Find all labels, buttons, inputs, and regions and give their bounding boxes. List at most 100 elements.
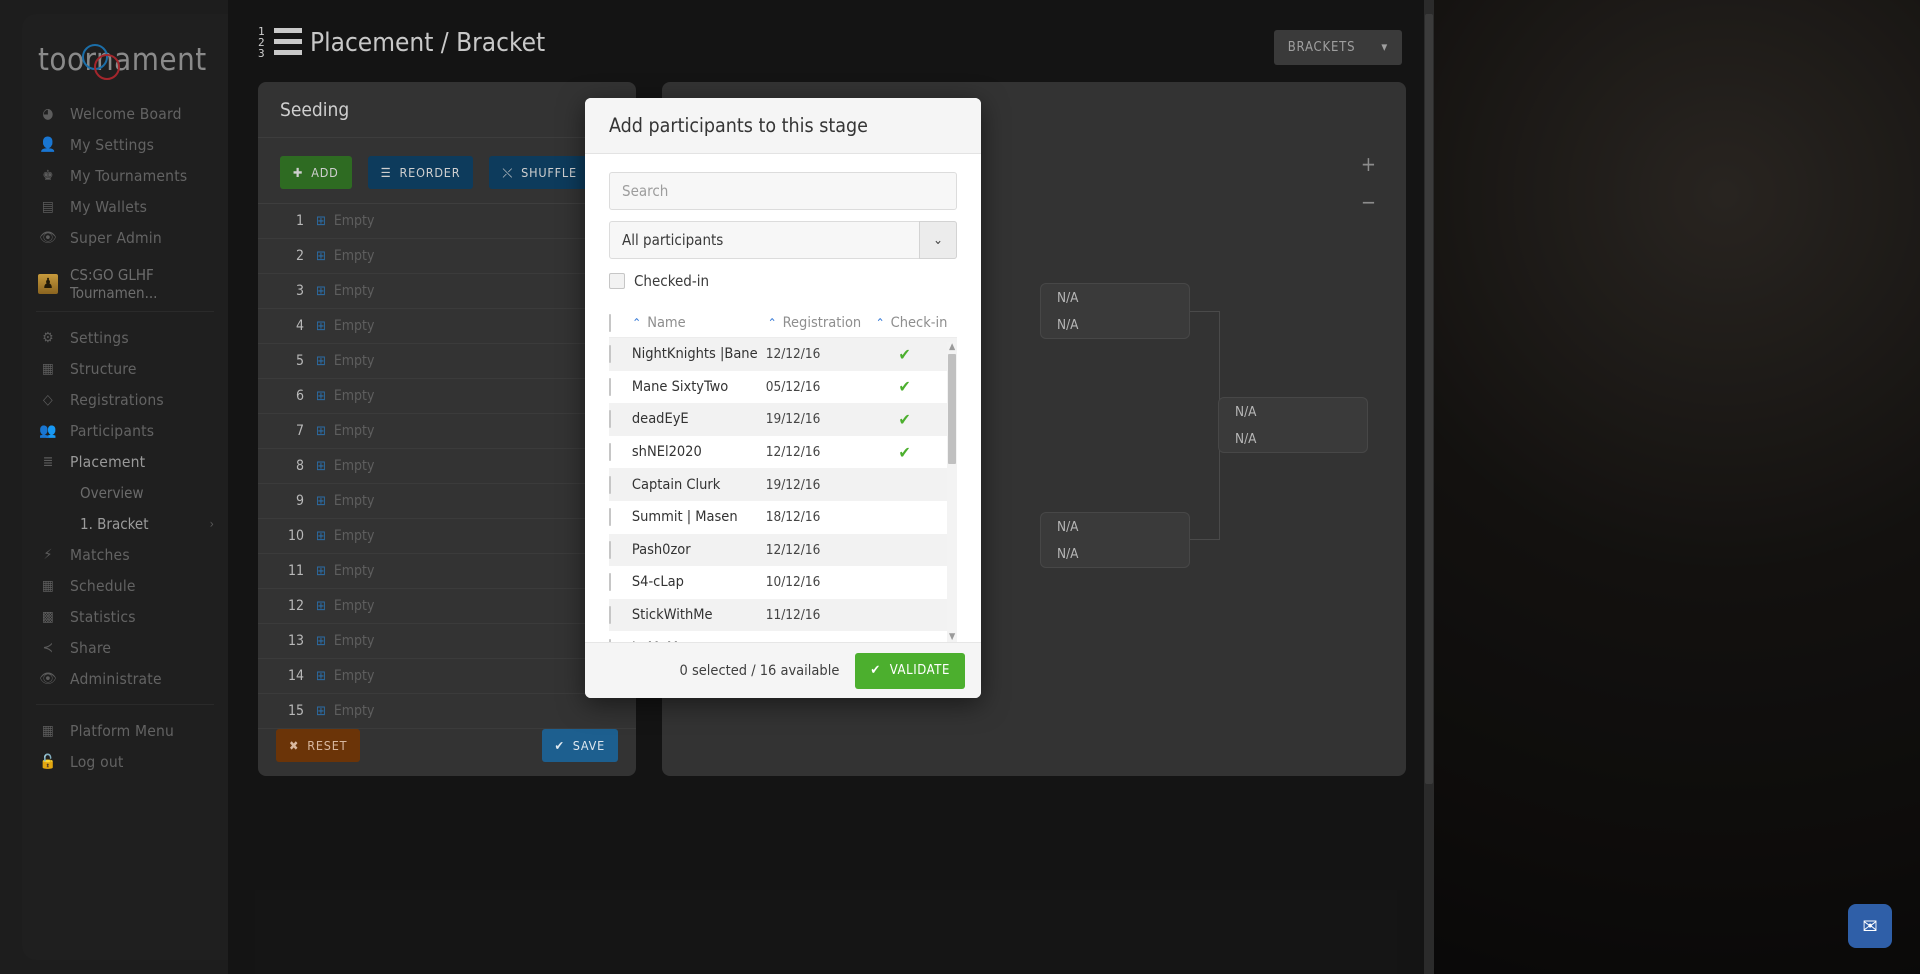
table-row[interactable]: Mane SixtyTwo 05/12/16 ✔ (609, 371, 957, 404)
add-box-icon[interactable]: ⊞ (316, 319, 326, 334)
row-select-cell[interactable] (609, 443, 632, 462)
sidebar-item-statistics[interactable]: ▩ Statistics (22, 601, 228, 632)
add-box-icon[interactable]: ⊞ (316, 494, 326, 509)
participants-list-scrollbar[interactable]: ▲ ▼ (947, 342, 957, 642)
shuffle-button[interactable]: ⤬ SHUFFLE (489, 156, 590, 189)
column-header-registration[interactable]: ⌃ Registration (768, 315, 876, 331)
seeding-row[interactable]: 8 ⊞ Empty (258, 449, 636, 484)
seeding-row[interactable]: 4 ⊞ Empty (258, 309, 636, 344)
table-row[interactable]: deadEyE 19/12/16 ✔ (609, 403, 957, 436)
sidebar-item-platform-menu[interactable]: ▦ Platform Menu (22, 715, 228, 746)
brackets-dropdown-button[interactable]: BRACKETS ▾ (1273, 30, 1402, 65)
table-row[interactable]: Pash0zor 12/12/16 (609, 533, 957, 567)
select-all-checkbox[interactable] (609, 313, 611, 332)
sidebar-item-participants[interactable]: 👥 Participants (22, 415, 228, 446)
seeding-row[interactable]: 7 ⊞ Empty (258, 414, 636, 449)
bracket-match-box-final[interactable]: N/A N/A (1218, 397, 1368, 453)
table-row[interactable]: Summit | Masen 18/12/16 (609, 501, 957, 534)
add-box-icon[interactable]: ⊞ (316, 669, 326, 684)
row-checkbox[interactable] (609, 573, 611, 592)
seeding-row[interactable]: 1⊞Empty✖ (258, 204, 636, 239)
sidebar-item-administrate[interactable]: 👁 Administrate (22, 663, 228, 694)
sidebar-item-overview[interactable]: Overview (22, 477, 228, 508)
add-box-icon[interactable]: ⊞ (316, 284, 326, 299)
add-box-icon[interactable]: ⊞ (316, 354, 326, 369)
table-row[interactable]: Captain Clurk 19/12/16 (609, 468, 957, 501)
search-input[interactable] (609, 172, 957, 210)
sidebar-item-registrations[interactable]: ◇ Registrations (22, 384, 228, 415)
row-select-cell[interactable] (609, 508, 632, 527)
seeding-row[interactable]: 9 ⊞ Empty (258, 484, 636, 519)
add-box-icon[interactable]: ⊞ (316, 564, 326, 579)
sidebar-item-settings[interactable]: ⚙ Settings (22, 322, 228, 353)
chevron-down-icon[interactable]: ⌄ (919, 221, 957, 259)
seeding-row[interactable]: 11 ⊞ Empty (258, 554, 636, 589)
column-header-name[interactable]: ⌃ Name (632, 315, 767, 331)
add-box-icon[interactable]: ⊞ (316, 459, 326, 474)
seeding-row[interactable]: 13 ⊞ Empty (258, 624, 636, 659)
sidebar-item-share[interactable]: ≺ Share (22, 632, 228, 663)
add-box-icon[interactable]: ⊞ (316, 249, 326, 264)
add-box-icon[interactable]: ⊞ (316, 214, 326, 229)
row-select-cell[interactable] (609, 540, 632, 559)
seeding-row[interactable]: 5 ⊞ Empty (258, 344, 636, 379)
zoom-out-button[interactable]: − (1361, 190, 1376, 214)
table-row[interactable]: S4-cLap 10/12/16 (609, 566, 957, 599)
sidebar-item-super-admin[interactable]: 👁 Super Admin (22, 222, 228, 253)
table-row[interactable]: StickWithMe 11/12/16 (609, 598, 957, 632)
row-checkbox[interactable] (609, 606, 611, 625)
row-checkbox[interactable] (609, 345, 611, 364)
row-checkbox[interactable] (609, 508, 611, 527)
participant-filter-select[interactable]: All participants ⌄ (609, 221, 957, 259)
scrollbar-thumb[interactable] (948, 354, 956, 464)
sidebar-item-my-settings[interactable]: 👤 My Settings (22, 129, 228, 160)
row-select-cell[interactable] (609, 377, 632, 396)
save-button[interactable]: ✔ SAVE (541, 728, 618, 762)
row-select-cell[interactable] (609, 573, 632, 592)
row-checkbox[interactable] (609, 540, 611, 559)
sidebar-item-my-wallets[interactable]: ▤ My Wallets (22, 191, 228, 222)
sidebar-current-tournament[interactable]: CS:GO GLHF Tournamen... (22, 266, 228, 302)
row-checkbox[interactable] (609, 410, 611, 429)
add-box-icon[interactable]: ⊞ (316, 599, 326, 614)
scroll-up-icon[interactable]: ▲ (949, 342, 955, 352)
row-checkbox[interactable] (609, 377, 611, 396)
add-button[interactable]: ✚ ADD (280, 156, 352, 189)
row-select-cell[interactable] (609, 410, 632, 429)
sidebar-item-bracket[interactable]: 1. Bracket › (22, 508, 228, 539)
sidebar-item-my-tournaments[interactable]: ♚ My Tournaments (22, 160, 228, 191)
brand-logo[interactable]: toornament (38, 36, 228, 84)
add-box-icon[interactable]: ⊞ (316, 529, 326, 544)
seeding-row[interactable]: 6 ⊞ Empty (258, 379, 636, 414)
reset-button[interactable]: ✖ RESET (276, 728, 361, 762)
bracket-match-box[interactable]: N/A N/A (1040, 512, 1190, 568)
chat-bubble-icon[interactable]: ✉ (1848, 904, 1892, 948)
add-box-icon[interactable]: ⊞ (316, 389, 326, 404)
sidebar-item-placement[interactable]: ≣ Placement (22, 446, 228, 477)
select-all-cell[interactable] (609, 313, 632, 332)
column-header-checkin[interactable]: ⌃ Check-in (876, 315, 957, 331)
seeding-row[interactable]: 12 ⊞ Empty (258, 589, 636, 624)
page-scrollbar[interactable] (1424, 0, 1434, 974)
seeding-row[interactable]: 10 ⊞ Empty (258, 519, 636, 554)
sidebar-item-schedule[interactable]: ▦ Schedule (22, 570, 228, 601)
row-select-cell[interactable] (609, 475, 632, 494)
seeding-row[interactable]: 14 ⊞ Empty (258, 659, 636, 694)
table-row[interactable]: shNEl2020 12/12/16 ✔ (609, 436, 957, 469)
reorder-button[interactable]: ☰ REORDER (367, 156, 474, 189)
bracket-match-box[interactable]: N/A N/A (1040, 283, 1190, 339)
table-row[interactable]: NightKnights |Bane 12/12/16 ✔ (609, 338, 957, 371)
sidebar-item-matches[interactable]: ⚡ Matches (22, 539, 228, 570)
page-scrollbar-thumb[interactable] (1425, 14, 1433, 784)
add-box-icon[interactable]: ⊞ (316, 634, 326, 649)
checked-in-checkbox[interactable] (609, 273, 625, 289)
checked-in-filter[interactable]: Checked-in (609, 272, 957, 290)
scroll-down-icon[interactable]: ▼ (949, 632, 955, 642)
row-checkbox[interactable] (609, 475, 611, 494)
sidebar-item-log-out[interactable]: 🔓 Log out (22, 746, 228, 777)
sidebar-item-structure[interactable]: ▦ Structure (22, 353, 228, 384)
zoom-in-button[interactable]: + (1361, 152, 1376, 176)
add-box-icon[interactable]: ⊞ (316, 424, 326, 439)
validate-button[interactable]: ✔ VALIDATE (855, 652, 965, 689)
seeding-row[interactable]: 3 ⊞ Empty (258, 274, 636, 309)
